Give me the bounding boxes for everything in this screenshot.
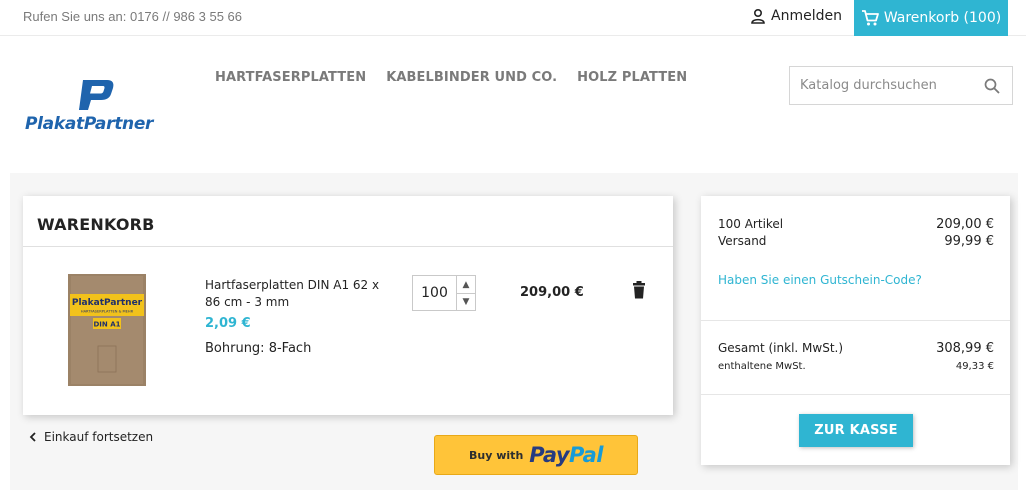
cart-icon [861,10,879,26]
product-name[interactable]: Hartfaserplatten DIN A1 62 x 86 cm - 3 m… [205,277,395,311]
paypal-button[interactable]: Buy with PayPal [434,435,638,475]
search-icon[interactable] [984,78,1000,94]
quantity-up-button[interactable]: ▲ [457,276,475,293]
cart-title: WARENKORB [37,215,155,234]
voucher-link[interactable]: Haben Sie einen Gutschein-Code? [718,273,922,287]
order-summary: 100 Artikel 209,00 € Versand 99,99 € Hab… [701,196,1010,465]
cart-button-label: Warenkorb (100) [883,10,1002,26]
attribute-label: Bohrung: [205,341,265,356]
summary-items-row: 100 Artikel 209,00 € [718,217,994,232]
summary-shipping-value: 99,99 € [944,234,994,249]
contact-phone: Rufen Sie uns an: 0176 // 986 3 55 66 [23,9,243,24]
user-icon [751,8,765,24]
continue-shopping-label: Einkauf fortsetzen [44,430,154,444]
divider [701,320,1010,321]
divider [23,246,673,247]
attribute-value: 8-Fach [268,341,312,356]
product-thumbnail: PlakatPartner HARTFASERPLATTEN & MEHR DI… [68,274,146,386]
product-image[interactable]: PlakatPartner HARTFASERPLATTEN & MEHR DI… [68,274,146,386]
thumbnail-brand: PlakatPartner [72,298,143,308]
paypal-logo-pay: Pay [529,443,570,467]
summary-total-value: 308,99 € [936,341,994,356]
quantity-input[interactable] [413,276,456,310]
product-unit-price: 2,09 € [205,316,251,331]
search-box [789,66,1013,105]
signin-link[interactable]: Anmelden [750,8,842,24]
trash-icon[interactable] [632,281,646,299]
summary-tax-value: 49,33 € [955,361,994,372]
thumbnail-size: DIN A1 [94,321,121,329]
search-input[interactable] [790,67,970,104]
nav-item-holz-platten[interactable]: HOLZ PLATTEN [577,70,687,85]
quantity-spin: ▲ ▼ [456,276,475,310]
quantity-down-button[interactable]: ▼ [457,293,475,310]
cart-panel: WARENKORB PlakatPartner HARTFASERPLATTEN… [23,196,673,415]
paypal-prefix: Buy with [469,448,524,462]
summary-items-value: 209,00 € [936,217,994,232]
summary-total-row: Gesamt (inkl. MwSt.) 308,99 € [718,341,994,356]
signin-label: Anmelden [771,8,842,24]
nav-item-hartfaserplatten[interactable]: HARTFASERPLATTEN [215,70,366,85]
summary-items-label: 100 Artikel [718,217,784,231]
continue-shopping-link[interactable]: Einkauf fortsetzen [28,430,153,444]
summary-shipping-row: Versand 99,99 € [718,234,994,249]
chevron-left-icon [29,432,36,442]
product-attribute: Bohrung: 8-Fach [205,341,311,356]
thumbnail-tagline: HARTFASERPLATTEN & MEHR [81,310,134,314]
summary-tax-row: enthaltene MwSt. 49,33 € [718,361,994,372]
main-nav: HARTFASERPLATTEN KABELBINDER UND CO. HOL… [215,70,687,85]
divider [701,394,1010,395]
checkout-button[interactable]: ZUR KASSE [799,414,913,447]
top-bar: Rufen Sie uns an: 0176 // 986 3 55 66 An… [0,0,1026,36]
logo-text: PlakatPartner [25,114,154,134]
quantity-stepper: ▲ ▼ [412,275,476,311]
site-logo[interactable]: PlakatPartner [25,78,170,134]
nav-item-kabelbinder[interactable]: KABELBINDER UND CO. [386,70,557,85]
line-total: 209,00 € [520,285,584,300]
logo-mark [79,80,114,110]
paypal-logo: PayPal [529,443,603,467]
summary-tax-label: enthaltene MwSt. [718,361,806,372]
cart-button[interactable]: Warenkorb (100) [854,0,1008,36]
paypal-logo-pal: Pal [569,443,603,467]
summary-total-label: Gesamt (inkl. MwSt.) [718,341,844,355]
summary-shipping-label: Versand [718,234,767,248]
